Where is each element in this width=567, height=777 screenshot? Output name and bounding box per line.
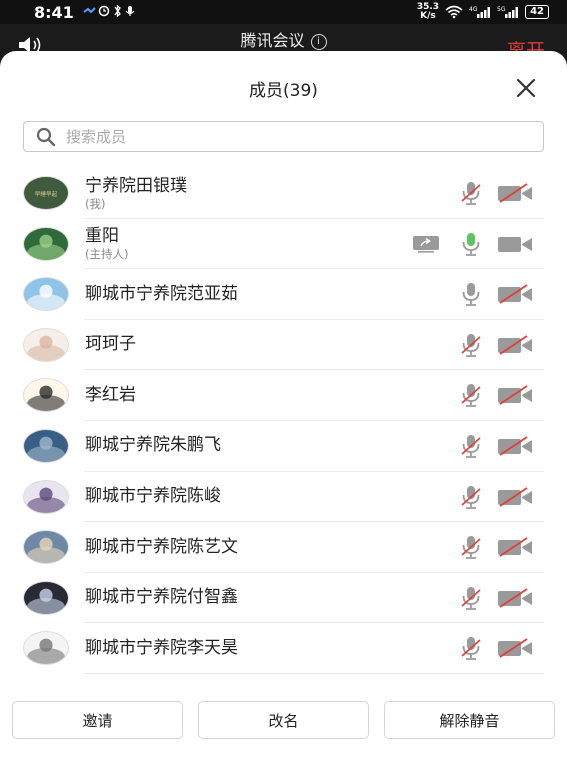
wifi-icon <box>445 5 463 19</box>
status-notification-icons <box>82 4 142 20</box>
mic-muted-icon[interactable] <box>459 635 483 661</box>
member-avatar <box>23 530 69 565</box>
search-input[interactable] <box>64 126 488 147</box>
camera-off-icon[interactable] <box>497 335 533 355</box>
sheet-title: 成员(39) <box>249 81 318 101</box>
member-name: 聊城市宁养院陈峻 <box>85 486 221 507</box>
member-row[interactable]: 聊城市宁养院陈艺文 <box>0 522 567 573</box>
camera-off-icon[interactable] <box>497 284 533 304</box>
network-speed: 35.3 K/s <box>417 3 439 21</box>
row-divider <box>84 672 544 674</box>
mic-muted-icon[interactable] <box>459 180 483 206</box>
member-list[interactable]: 早睡早起 宁养院田银璞 (我) 重阳 (主持人) 聊城市宁养院范亚茹 珂珂子 李红岩 聊城宁养院… <box>0 168 567 688</box>
camera-icon[interactable] <box>497 234 533 254</box>
member-name-wrap: 重阳 (主持人) <box>85 219 128 269</box>
camera-off-icon[interactable] <box>497 183 533 203</box>
member-avatar: 早睡早起 <box>23 176 69 210</box>
camera-off-icon[interactable] <box>497 638 533 659</box>
member-name: 宁养院田银璞 <box>85 175 187 196</box>
member-row[interactable]: 聊城宁养院朱鹏飞 <box>0 421 567 472</box>
member-name-wrap: 聊城市宁养院陈艺文 <box>85 522 238 572</box>
signal-4g-icon: 4G <box>469 6 491 18</box>
camera-off-icon[interactable] <box>497 588 533 608</box>
sheet-header: 成员(39) <box>0 51 567 123</box>
member-role: (我) <box>85 196 106 211</box>
member-row[interactable]: 聊城市宁养院李天昊 <box>0 623 567 674</box>
member-avatar <box>23 631 69 666</box>
rename-button[interactable]: 改名 <box>198 701 369 739</box>
member-name-wrap: 宁养院田银璞 (我) <box>85 168 187 218</box>
svg-text:早睡早起: 早睡早起 <box>35 190 58 198</box>
member-avatar <box>23 277 69 312</box>
member-avatar <box>23 378 69 413</box>
member-name: 聊城宁养院朱鹏飞 <box>85 435 221 456</box>
notification-icons <box>83 4 135 17</box>
member-name-wrap: 珂珂子 <box>85 320 136 370</box>
member-row[interactable]: 聊城市宁养院范亚茹 <box>0 269 567 320</box>
status-time: 8:41 <box>34 2 74 22</box>
camera-off-icon[interactable] <box>497 537 533 557</box>
signal-5g-icon: 5G <box>497 6 519 18</box>
svg-text:4G: 4G <box>469 6 478 13</box>
member-avatar <box>23 327 69 362</box>
close-icon[interactable] <box>515 77 537 99</box>
mic-muted-icon[interactable] <box>459 534 483 560</box>
mic-muted-icon[interactable] <box>459 382 483 408</box>
mic-icon[interactable] <box>459 231 483 257</box>
member-role: (主持人) <box>85 247 129 262</box>
meeting-title-wrap: 腾讯会议 i <box>0 27 567 51</box>
member-row[interactable]: 李红岩 <box>0 370 567 421</box>
member-name: 聊城市宁养院陈艺文 <box>85 536 238 557</box>
member-avatar <box>23 226 69 261</box>
member-row[interactable]: 重阳 (主持人) <box>0 219 567 270</box>
bottom-actions: 邀请 改名 解除静音 <box>0 701 567 777</box>
mic-icon[interactable] <box>459 281 483 307</box>
net-speed-unit: K/s <box>420 11 436 21</box>
status-bar: 8:41 35.3 K/s 4G 5G 42 <box>0 0 567 24</box>
member-name-wrap: 聊城宁养院朱鹏飞 <box>85 421 221 471</box>
member-avatar <box>23 580 69 615</box>
camera-off-icon[interactable] <box>497 486 533 507</box>
screen-share-icon[interactable] <box>412 235 440 253</box>
mic-muted-icon[interactable] <box>459 433 483 459</box>
member-name: 聊城市宁养院付智鑫 <box>85 587 238 608</box>
member-name: 重阳 <box>85 226 119 247</box>
member-name: 聊城市宁养院李天昊 <box>85 637 238 658</box>
member-name: 珂珂子 <box>85 334 136 355</box>
member-name-wrap: 李红岩 <box>85 370 136 420</box>
member-name-wrap: 聊城市宁养院陈峻 <box>85 472 221 522</box>
member-name-wrap: 聊城市宁养院李天昊 <box>85 623 238 673</box>
member-name: 李红岩 <box>85 384 136 405</box>
unmute-all-button[interactable]: 解除静音 <box>384 701 555 739</box>
member-name-wrap: 聊城市宁养院付智鑫 <box>85 573 238 623</box>
member-avatar <box>23 428 69 463</box>
search-icon <box>36 127 56 146</box>
member-avatar <box>23 479 69 514</box>
mic-muted-icon[interactable] <box>459 484 483 510</box>
member-row[interactable]: 聊城市宁养院付智鑫 <box>0 573 567 624</box>
camera-off-icon[interactable] <box>497 436 533 456</box>
meeting-title: 腾讯会议 <box>240 31 305 50</box>
member-row[interactable]: 珂珂子 <box>0 320 567 371</box>
member-name-wrap: 聊城市宁养院范亚茹 <box>85 269 238 319</box>
info-icon[interactable]: i <box>310 34 327 50</box>
invite-button[interactable]: 邀请 <box>12 701 183 739</box>
member-name: 聊城市宁养院范亚茹 <box>85 283 238 304</box>
status-right: 35.3 K/s 4G 5G 42 <box>417 3 549 21</box>
svg-text:5G: 5G <box>497 6 506 13</box>
search-box[interactable] <box>23 121 544 152</box>
member-row[interactable]: 聊城市宁养院陈峻 <box>0 472 567 523</box>
battery-icon: 42 <box>525 5 549 19</box>
members-sheet: 成员(39) 早睡早起宁养院田银璞(我)重阳(主持人)聊城市宁养院范亚茹珂珂子李… <box>0 51 567 777</box>
member-row[interactable]: 早睡早起 宁养院田银璞 (我) <box>0 168 567 219</box>
mic-muted-icon[interactable] <box>459 332 483 358</box>
mic-muted-icon[interactable] <box>459 585 483 611</box>
camera-off-icon[interactable] <box>497 385 533 406</box>
